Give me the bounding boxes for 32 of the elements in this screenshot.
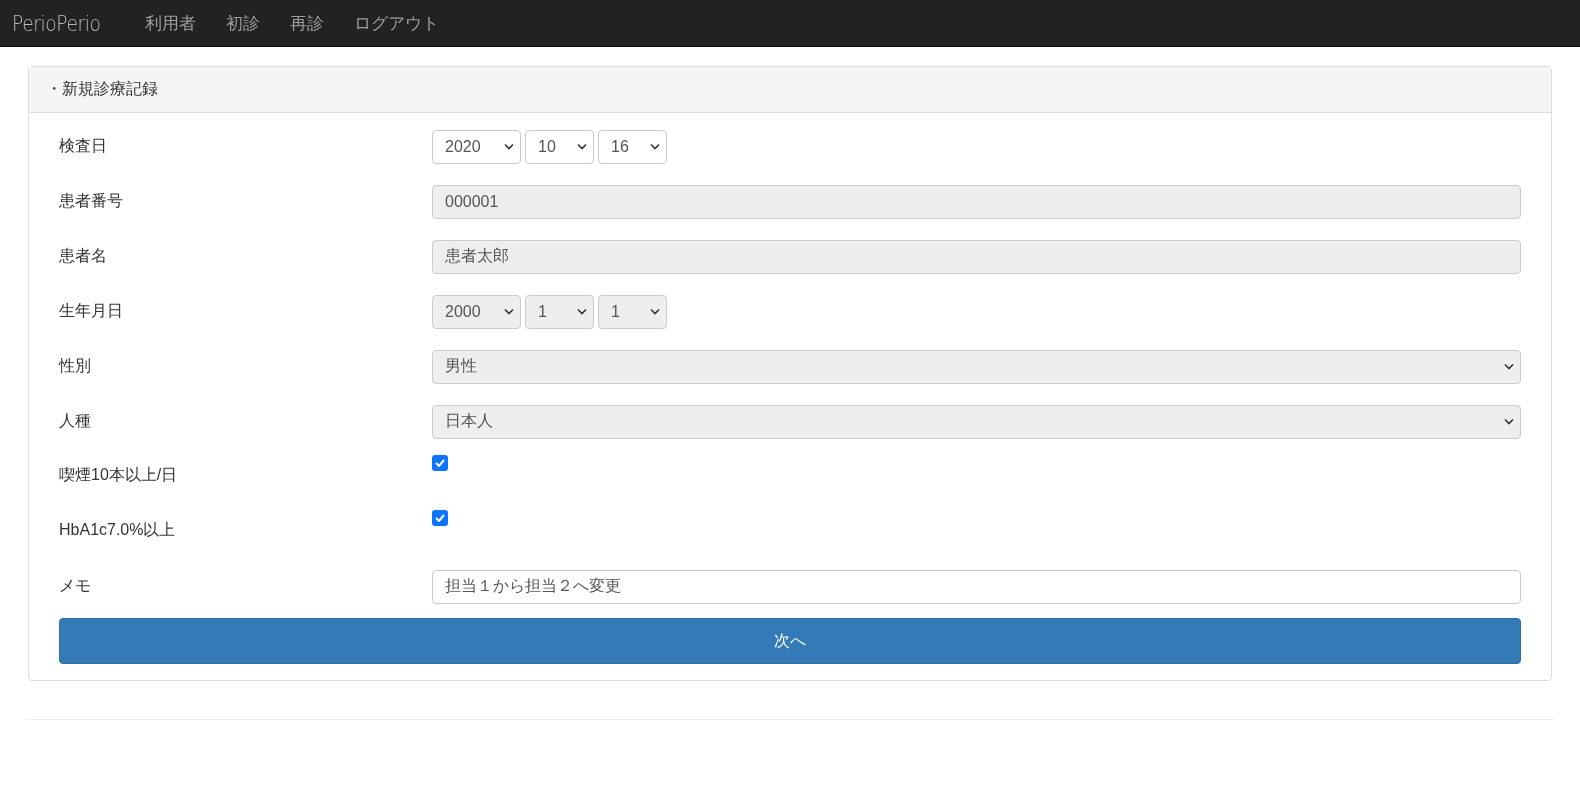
field-label: 人種 — [59, 411, 92, 431]
next-button[interactable]: 次へ — [59, 618, 1521, 664]
date-dropdown[interactable]: 2020 — [432, 129, 521, 164]
text-field[interactable]: 担当１から担当２へ変更 — [432, 569, 1521, 604]
checkbox[interactable] — [432, 455, 448, 471]
nav-link[interactable]: ログアウト — [339, 11, 455, 35]
field-label: HbA1c7.0%以上 — [59, 520, 177, 540]
field-label: 患者番号 — [59, 191, 124, 211]
field-label: メモ — [59, 576, 92, 596]
panel-title: ・新規診療記録 — [29, 67, 1551, 113]
chevron-icon — [577, 143, 587, 150]
chevron-icon — [504, 308, 514, 315]
check-icon — [435, 514, 445, 522]
brand-logo[interactable]: PerioPerio — [12, 10, 101, 36]
chevron-icon — [650, 308, 660, 315]
check-icon — [435, 459, 445, 467]
field-label: 患者名 — [59, 246, 108, 266]
field-label: 性別 — [59, 356, 92, 376]
nav-link[interactable]: 初診 — [211, 11, 276, 35]
field-label: 喫煙10本以上/日 — [59, 465, 179, 485]
field-label: 生年月日 — [59, 301, 124, 321]
chevron-icon — [650, 143, 660, 150]
date-dropdown[interactable]: 16 — [598, 129, 667, 164]
chevron-icon — [504, 143, 514, 150]
chevron-icon — [1504, 363, 1514, 370]
date-dropdown[interactable]: 10 — [525, 129, 594, 164]
field-label: 検査日 — [59, 136, 108, 156]
nav-link[interactable]: 再診 — [275, 11, 340, 35]
checkbox[interactable] — [432, 510, 448, 526]
chevron-icon — [577, 308, 587, 315]
chevron-icon — [1504, 418, 1514, 425]
nav-link[interactable]: 利用者 — [130, 11, 212, 35]
